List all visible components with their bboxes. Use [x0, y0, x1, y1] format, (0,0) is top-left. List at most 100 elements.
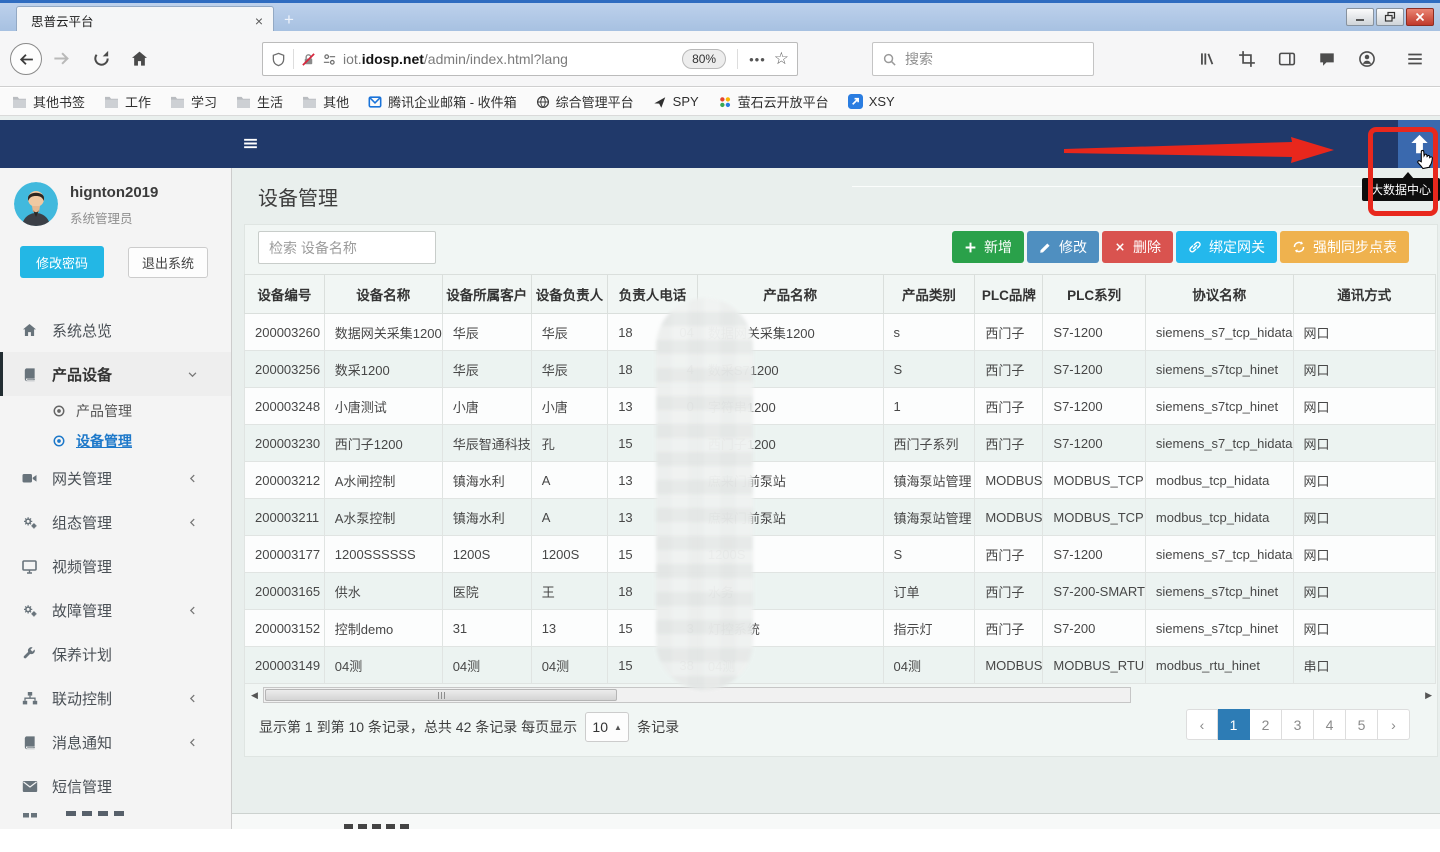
sidebar-item-6[interactable]: 保养计划	[0, 632, 231, 676]
tab-close-icon[interactable]: ×	[255, 13, 263, 29]
bookmark-item[interactable]: 其他书签	[12, 92, 85, 111]
table-row[interactable]: 200003165供水医院王18水务订单西门子S7-200-SMARTsieme…	[245, 573, 1436, 610]
bookmark-item[interactable]: XSY	[848, 94, 895, 109]
column-header[interactable]: PLC系列	[1043, 275, 1146, 314]
bookmarks-bar: 其他书签工作学习生活其他腾讯企业邮箱 - 收件箱综合管理平台 SPY 萤石云开放平台…	[0, 88, 1440, 116]
privacy-blur	[656, 298, 753, 690]
table-row[interactable]: 200003260数据网关采集1200华辰华辰1804数据网关采集1200s西门…	[245, 314, 1436, 351]
hscroll-left-icon[interactable]: ◀	[251, 690, 258, 701]
column-header[interactable]: 产品类别	[883, 275, 975, 314]
forward-button[interactable]	[52, 49, 71, 68]
sidebar-subitem[interactable]: 设备管理	[0, 426, 231, 456]
page-›-button[interactable]: ›	[1378, 709, 1410, 740]
change-password-button[interactable]: 修改密码	[20, 246, 104, 278]
page-‹-button[interactable]: ‹	[1186, 709, 1218, 740]
messages-icon[interactable]	[1318, 50, 1336, 68]
restore-button[interactable]	[1376, 8, 1404, 26]
url-bar[interactable]: iot.idosp.net/admin/index.html?lang 80% …	[262, 42, 798, 76]
sidebar-item-7[interactable]: 联动控制	[0, 676, 231, 720]
sidebar-toggle-icon[interactable]	[1278, 50, 1296, 68]
bookmark-item[interactable]: 其他	[302, 92, 349, 111]
sidebar-item-2[interactable]: 网关管理	[0, 456, 231, 500]
page-1-button[interactable]: 1	[1218, 709, 1250, 740]
screenshot-icon[interactable]	[1238, 50, 1256, 68]
browser-search[interactable]	[872, 42, 1094, 76]
reload-button[interactable]	[92, 49, 111, 68]
permissions-icon[interactable]	[322, 52, 337, 67]
logout-button[interactable]: 退出系统	[128, 247, 208, 278]
bookmark-item[interactable]: 萤石云开放平台	[718, 92, 829, 111]
bookmark-item[interactable]: 工作	[104, 92, 151, 111]
sidebar-item-3[interactable]: 组态管理	[0, 500, 231, 544]
table-row[interactable]: 200003152控制demo3113153灯控系统指示灯西门子S7-200si…	[245, 610, 1436, 647]
sidebar-item-clipped[interactable]	[0, 808, 231, 852]
device-table: 设备编号设备名称设备所属客户设备负责人负责人电话产品名称产品类别PLC品牌PLC…	[244, 274, 1436, 684]
minimize-button[interactable]	[1346, 8, 1374, 26]
folder-icon	[170, 95, 185, 108]
hscroll-right-icon[interactable]: ▶	[1425, 690, 1432, 701]
account-icon[interactable]	[1358, 50, 1376, 68]
back-button[interactable]	[10, 43, 42, 75]
globe-icon	[536, 95, 550, 109]
link-action-button[interactable]: 绑定网关	[1176, 231, 1277, 263]
table-row[interactable]: 200003212A水闸控制镇海水利A13庶来门前泵站镇海泵站管理MODBUSM…	[245, 462, 1436, 499]
table-row[interactable]: 200003248小唐测试小唐小唐130字符串12001西门子S7-1200si…	[245, 388, 1436, 425]
sidebar-item-9[interactable]: 短信管理	[0, 764, 231, 808]
pencil-action-button[interactable]: 修改	[1027, 231, 1099, 263]
chevron-left-icon	[184, 473, 201, 484]
table-row[interactable]: 200003230西门子1200华辰智通科技孔15西门子1200西门子系列西门子…	[245, 425, 1436, 462]
insecure-lock-icon[interactable]	[301, 52, 316, 67]
column-header[interactable]: 通讯方式	[1293, 275, 1435, 314]
table-row[interactable]: 20000314904测04测04测153804测04测MODBUSMODBUS…	[245, 647, 1436, 684]
page-title: 设备管理	[258, 182, 338, 211]
sidebar-item-5[interactable]: 故障管理	[0, 588, 231, 632]
page-3-button[interactable]: 3	[1282, 709, 1314, 740]
column-header[interactable]: 设备编号	[245, 275, 325, 314]
home-button[interactable]	[130, 49, 149, 68]
window-titlebar: 思普云平台 × +	[0, 0, 1440, 31]
table-row[interactable]: 2000031771200SSSSSS1200S1200S151200SS西门子…	[245, 536, 1436, 573]
sidebar-subitem[interactable]: 产品管理	[0, 396, 231, 426]
table-row[interactable]: 200003256数采1200华辰华辰184数采S71200S西门子S7-120…	[245, 351, 1436, 388]
sidebar-item-0[interactable]: 系统总览	[0, 308, 231, 352]
page-2-button[interactable]: 2	[1250, 709, 1282, 740]
sync-action-button[interactable]: 强制同步点表	[1280, 231, 1409, 263]
page-size-dropdown[interactable]: 10 ▲	[585, 712, 629, 742]
sidebar-item-8[interactable]: 消息通知	[0, 720, 231, 764]
device-search-input[interactable]	[258, 231, 436, 264]
bookmark-item[interactable]: 腾讯企业邮箱 - 收件箱	[368, 92, 517, 111]
column-header[interactable]: 设备负责人	[531, 275, 607, 314]
sidebar-item-4[interactable]: 视频管理	[0, 544, 231, 588]
bookmark-item[interactable]: SPY	[653, 94, 699, 109]
table-header-row: 设备编号设备名称设备所属客户设备负责人负责人电话产品名称产品类别PLC品牌PLC…	[245, 275, 1436, 314]
column-header[interactable]: PLC品牌	[975, 275, 1043, 314]
bookmark-item[interactable]: 学习	[170, 92, 217, 111]
new-tab-button[interactable]: +	[284, 10, 294, 30]
column-header[interactable]: 协议名称	[1145, 275, 1293, 314]
page-actions-icon[interactable]: •••	[749, 52, 766, 67]
page-5-button[interactable]: 5	[1346, 709, 1378, 740]
bookmark-item[interactable]: 综合管理平台	[536, 92, 634, 111]
chevron-down-icon	[184, 369, 201, 380]
bookmark-star-icon[interactable]: ☆	[774, 49, 789, 69]
plus-action-button[interactable]: 新增	[952, 231, 1024, 263]
sidebar-item-1[interactable]: 产品设备	[0, 352, 231, 396]
bookmark-item[interactable]: 生活	[236, 92, 283, 111]
column-header[interactable]: 设备所属客户	[442, 275, 531, 314]
scrollbar-thumb[interactable]	[265, 689, 617, 701]
column-header[interactable]: 设备名称	[324, 275, 442, 314]
dotcircle-icon	[52, 434, 66, 448]
library-icon[interactable]	[1198, 50, 1216, 68]
zoom-badge[interactable]: 80%	[682, 49, 726, 69]
shield-icon[interactable]	[271, 52, 286, 67]
browser-search-input[interactable]	[905, 51, 1065, 67]
hamburger-menu-icon[interactable]	[1406, 50, 1424, 68]
monitor-icon	[21, 559, 38, 574]
avatar[interactable]	[14, 182, 58, 226]
sidebar-collapse-icon[interactable]	[242, 135, 259, 152]
x-action-button[interactable]: 删除	[1102, 231, 1173, 263]
close-button[interactable]	[1406, 8, 1434, 26]
table-row[interactable]: 200003211A水泵控制镇海水利A13庶来门前泵站镇海泵站管理MODBUSM…	[245, 499, 1436, 536]
browser-tab[interactable]: 思普云平台 ×	[16, 6, 274, 34]
page-4-button[interactable]: 4	[1314, 709, 1346, 740]
